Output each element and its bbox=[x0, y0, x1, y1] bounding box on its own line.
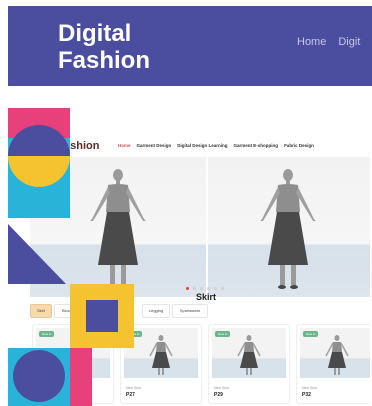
brand-line-1: Digital bbox=[58, 20, 132, 47]
blue-triangle-shape bbox=[8, 224, 66, 284]
main-nav: Home Digit bbox=[297, 36, 360, 48]
blue-inner-square-shape bbox=[86, 300, 118, 332]
nav-link-digital[interactable]: Digit bbox=[338, 36, 360, 48]
brand-line-2: Fashion bbox=[58, 47, 151, 74]
brand-logo-text[interactable]: Digital Fashion bbox=[58, 20, 188, 74]
site-header: Digital Fashion Home Digit bbox=[8, 6, 372, 86]
nav-link-home[interactable]: Home bbox=[297, 36, 326, 48]
blue-circle-shape bbox=[13, 350, 65, 402]
geometric-decoration bbox=[8, 108, 134, 406]
pink-strip-shape bbox=[70, 348, 92, 406]
